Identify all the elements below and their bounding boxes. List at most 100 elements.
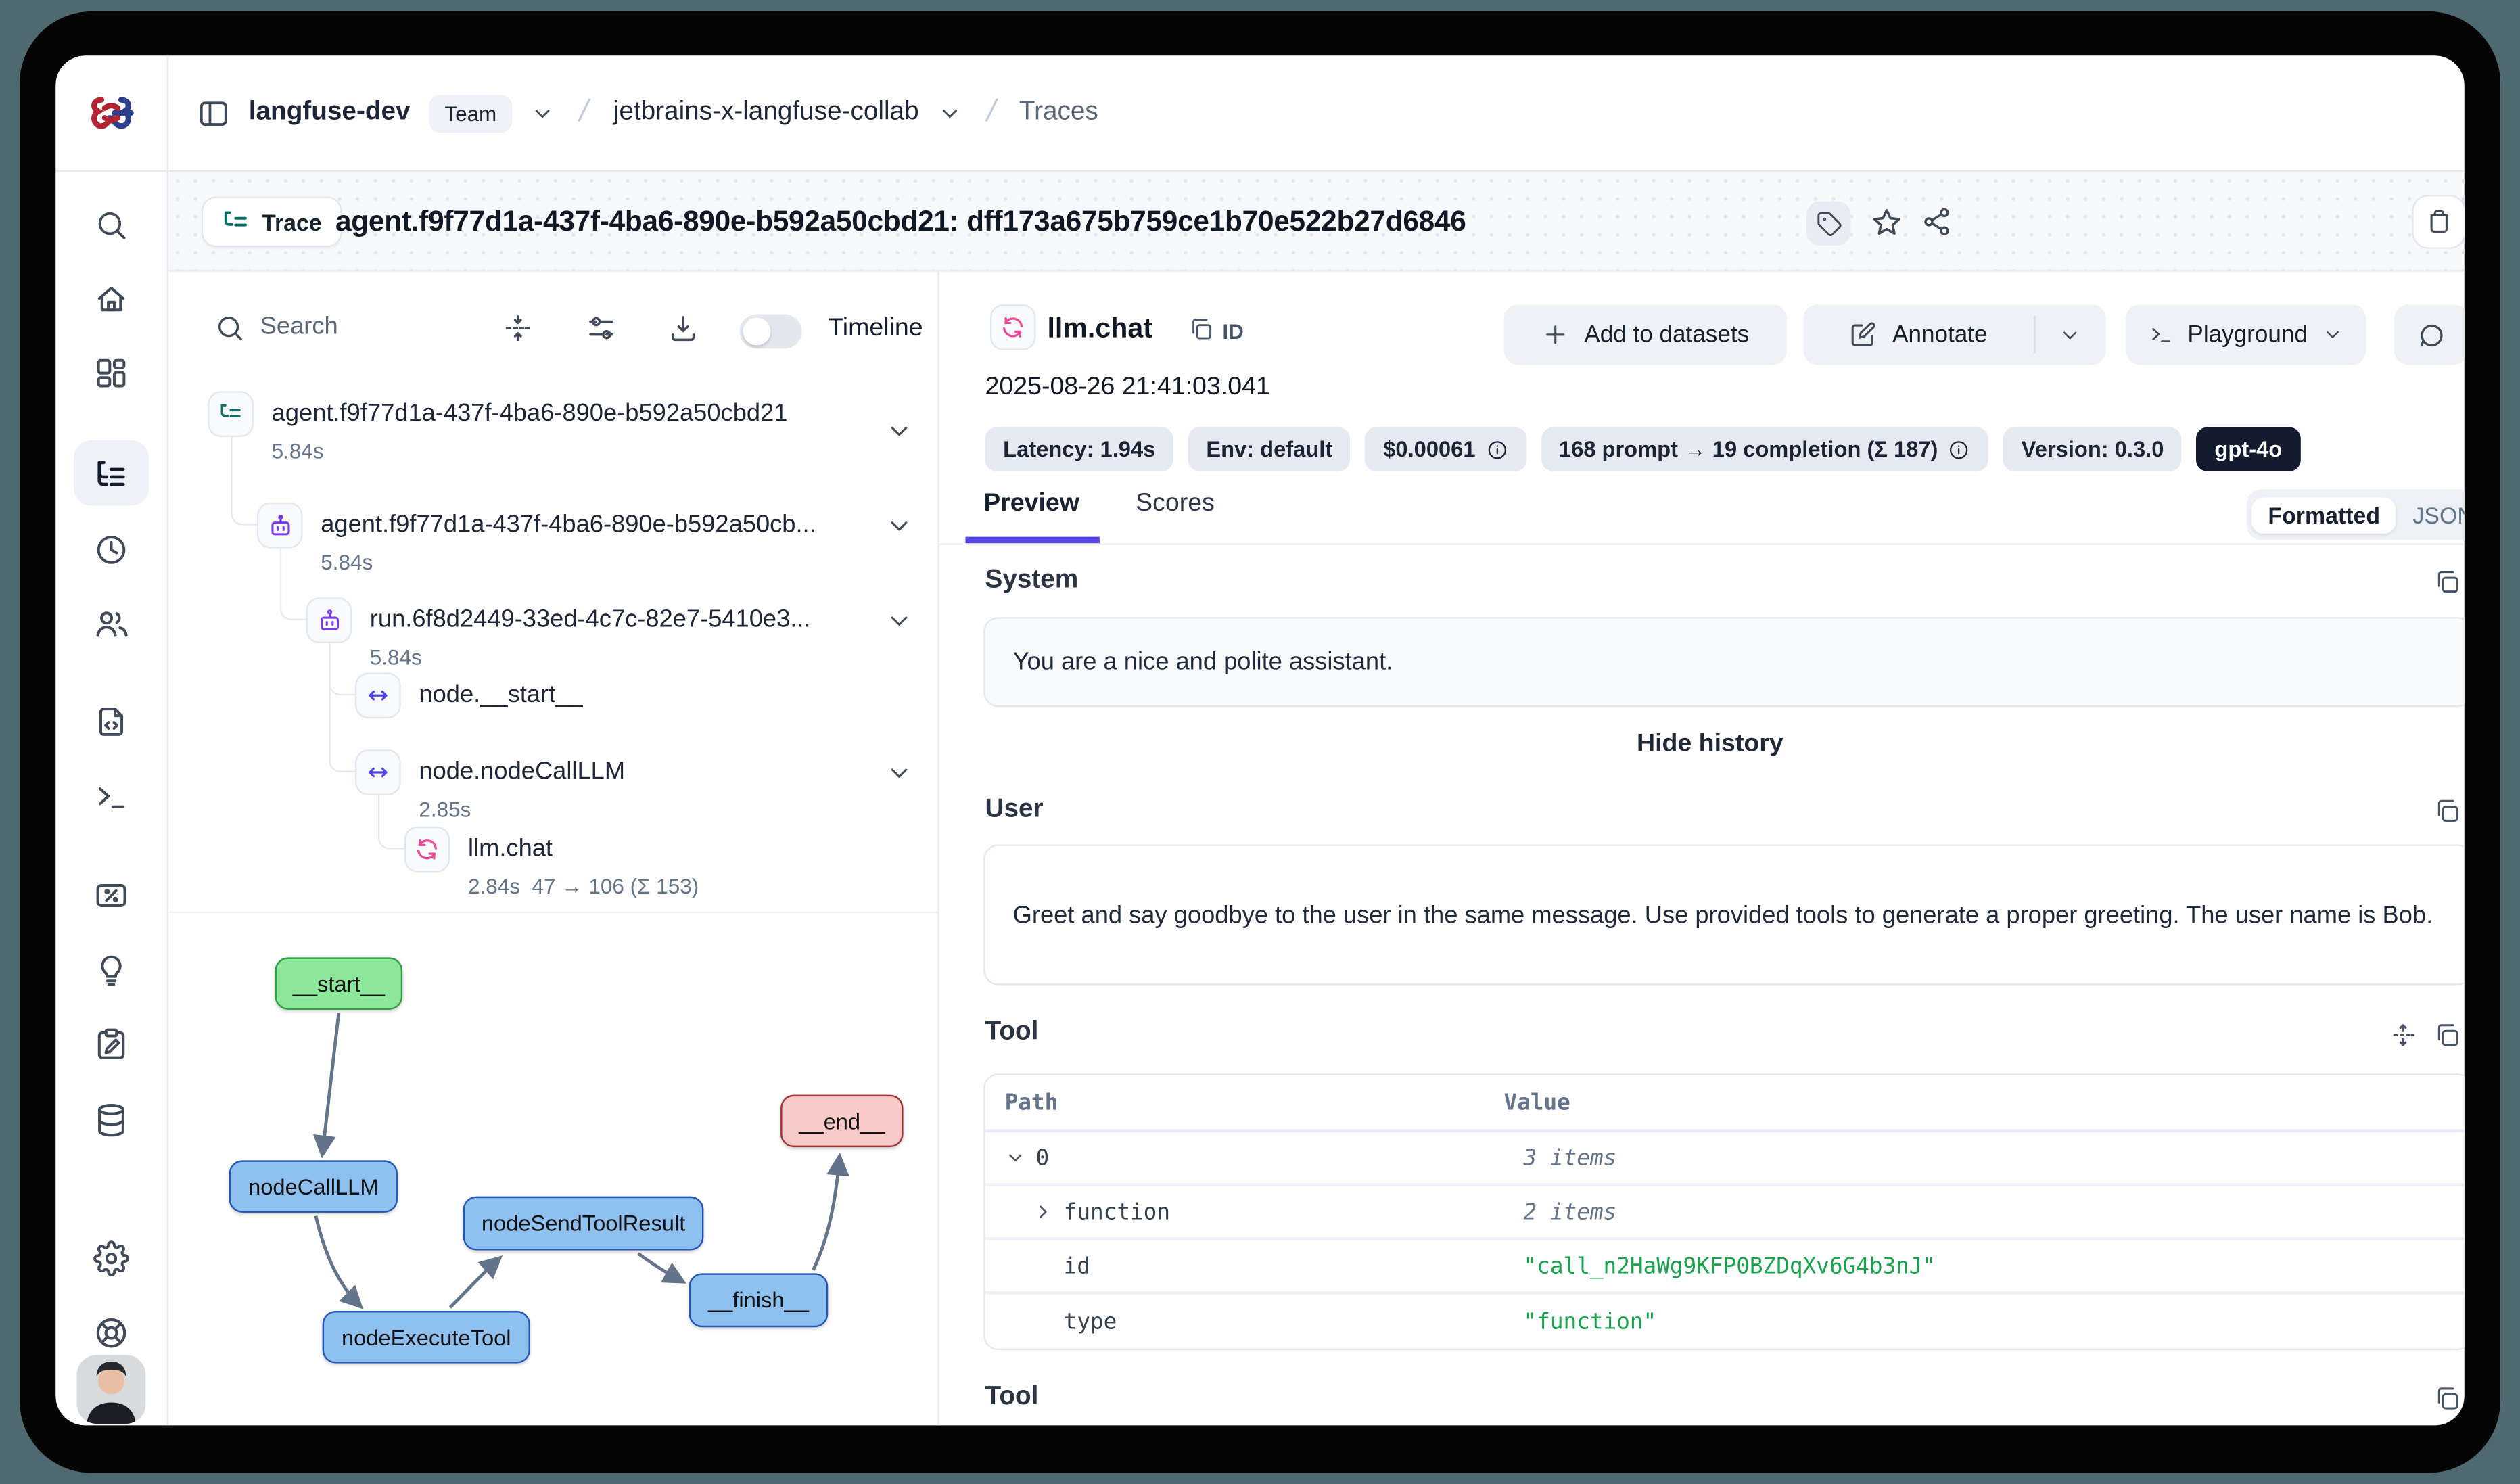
json-row[interactable]: id "call_n2HaWg9KFP0BZDqXv6G4b3nJ": [985, 1240, 2465, 1295]
generation-type-badge: [990, 304, 1036, 350]
support-lifebuoy-icon[interactable]: [93, 1314, 131, 1352]
json-key: function: [1064, 1199, 1524, 1225]
active-tab-indicator: [966, 537, 1100, 544]
system-message-box: You are a nice and polite assistant.: [983, 617, 2465, 707]
chevron-down-icon[interactable]: [885, 760, 913, 787]
json-value-string: "call_n2HaWg9KFP0BZDqXv6G4b3nJ": [1524, 1253, 1936, 1279]
playground-terminal-icon[interactable]: [93, 779, 129, 815]
sessions-clock-icon[interactable]: [93, 532, 129, 567]
graph-node-start[interactable]: __start__: [275, 957, 402, 1009]
share-icon[interactable]: [1921, 206, 1952, 237]
user-avatar[interactable]: [77, 1355, 146, 1424]
copy-icon[interactable]: [2433, 1385, 2461, 1412]
json-row[interactable]: function 2 items: [985, 1186, 2465, 1240]
star-icon[interactable]: [1870, 206, 1903, 239]
timeline-toggle[interactable]: [740, 315, 802, 349]
download-icon[interactable]: [668, 312, 699, 344]
graph-node-executetool[interactable]: nodeExecuteTool: [323, 1311, 530, 1363]
comments-button[interactable]: [2394, 304, 2465, 365]
graph-node-finish[interactable]: __finish__: [689, 1273, 829, 1327]
chevron-down-icon[interactable]: [885, 512, 913, 540]
tree-row-label: llm.chat: [468, 827, 699, 866]
tree-row-label: node.nodeCallLLM: [419, 749, 625, 789]
display-settings-icon[interactable]: [586, 312, 617, 344]
agent-graph[interactable]: __start__ nodeCallLLM nodeSendToolResult…: [168, 912, 939, 1426]
tag-icon: [1815, 210, 1842, 237]
json-value-string: "function": [1524, 1308, 1657, 1335]
org-chevron-down-icon[interactable]: [531, 101, 555, 125]
expand-vertical-icon[interactable]: [2389, 1021, 2417, 1049]
tag-button[interactable]: [1806, 202, 1850, 246]
delete-trace-button[interactable]: [2412, 195, 2464, 249]
chevron-down-icon[interactable]: [1005, 1147, 1026, 1168]
insights-lightbulb-icon[interactable]: [93, 952, 129, 988]
breadcrumb-separator: /: [569, 95, 599, 131]
copy-icon[interactable]: [2433, 797, 2461, 825]
format-json[interactable]: JSON: [2396, 496, 2465, 532]
info-icon: [1948, 438, 1971, 461]
copy-id-icon[interactable]: [1188, 316, 1215, 342]
breadcrumb-page[interactable]: Traces: [1019, 98, 1098, 128]
id-label[interactable]: ID: [1222, 319, 1243, 344]
metrics-badges: Latency: 1.94s Env: default $0.00061 168…: [985, 427, 2300, 471]
logo-cell[interactable]: [55, 55, 168, 170]
tree-row-llm-chat[interactable]: llm.chat 2.84s 47 → 106 (Σ 153): [404, 827, 699, 900]
screenshot-stage: langfuse-dev Team / jetbrains-x-langfuse…: [0, 0, 2520, 1484]
timeline-label: Timeline: [828, 315, 923, 344]
chevron-down-icon[interactable]: [885, 417, 913, 445]
observation-timestamp: 2025-08-26 21:41:03.041: [985, 373, 1270, 403]
settings-gear-icon[interactable]: [93, 1240, 129, 1276]
json-row[interactable]: type "function": [985, 1295, 2465, 1349]
tool2-heading: Tool: [985, 1383, 1039, 1412]
chevron-down-icon[interactable]: [885, 607, 913, 635]
add-to-datasets-button[interactable]: Add to datasets: [1504, 304, 1788, 365]
user-message-box: Greet and say goodbye to the user in the…: [983, 844, 2465, 985]
json-value: 3 items: [1524, 1144, 1617, 1171]
playground-button[interactable]: Playground: [2126, 304, 2366, 365]
observation-title: llm.chat: [1047, 312, 1152, 345]
format-toggle[interactable]: Formatted JSON: [2247, 489, 2465, 540]
breadcrumb-project[interactable]: jetbrains-x-langfuse-collab: [613, 98, 919, 128]
dashboards-icon[interactable]: [93, 355, 129, 391]
evaluation-card-icon[interactable]: [93, 877, 129, 913]
sidebar-toggle-icon[interactable]: [196, 96, 231, 131]
users-icon[interactable]: [93, 605, 131, 643]
tree-row-label: run.6f8d2449-33ed-4c7c-82e7-5410e3...: [370, 597, 811, 636]
format-formatted[interactable]: Formatted: [2251, 496, 2396, 532]
prompts-file-code-icon[interactable]: [93, 703, 129, 739]
graph-node-end[interactable]: __end__: [780, 1095, 903, 1147]
tracing-icon[interactable]: [93, 457, 129, 492]
tree-row-run[interactable]: run.6f8d2449-33ed-4c7c-82e7-5410e3...5.8…: [306, 597, 810, 671]
org-name[interactable]: langfuse-dev: [249, 98, 411, 128]
trace-tree-panel: Timeline agent.f9f77d1a-437f-4ba6-890e-b…: [168, 272, 939, 1426]
tree-row-duration: 5.84s: [321, 542, 816, 576]
datasets-database-icon[interactable]: [93, 1101, 131, 1139]
model-badge[interactable]: gpt-4o: [2197, 427, 2300, 471]
collapse-all-icon[interactable]: [503, 312, 534, 344]
project-chevron-down-icon[interactable]: [937, 101, 961, 125]
tree-row-label: agent.f9f77d1a-437f-4ba6-890e-b592a50cbd…: [272, 391, 788, 430]
tree-row-duration: 2.85s: [419, 789, 625, 823]
tree-row-node-call-llm[interactable]: node.nodeCallLLM2.85s: [355, 749, 625, 823]
tree-row-node-start[interactable]: node.__start__: [355, 672, 582, 718]
tree-row-agent[interactable]: agent.f9f77d1a-437f-4ba6-890e-b592a50cb.…: [257, 503, 816, 576]
copy-icon[interactable]: [2433, 568, 2461, 596]
tree-row-trace[interactable]: agent.f9f77d1a-437f-4ba6-890e-b592a50cbd…: [208, 391, 787, 465]
playground-chevron-down-icon: [2323, 324, 2343, 345]
graph-node-sendtoolresult[interactable]: nodeSendToolResult: [463, 1197, 704, 1251]
hide-history-link[interactable]: Hide history: [939, 730, 2465, 760]
search-icon[interactable]: [94, 208, 129, 242]
tab-preview[interactable]: Preview: [983, 489, 1079, 519]
tab-scores[interactable]: Scores: [1136, 489, 1215, 519]
observation-detail-panel: llm.chat ID Add to datasets Annotate: [939, 272, 2465, 1426]
annotate-chevron-down-icon[interactable]: [2059, 324, 2082, 347]
chevron-right-icon[interactable]: [1033, 1201, 1054, 1222]
annotation-clipboard-pen-icon[interactable]: [93, 1026, 129, 1062]
graph-node-callllm[interactable]: nodeCallLLM: [229, 1160, 398, 1212]
env-badge: Env: default: [1188, 427, 1351, 471]
copy-icon[interactable]: [2433, 1021, 2461, 1049]
search-input[interactable]: [257, 311, 470, 342]
json-row[interactable]: 0 3 items: [985, 1132, 2465, 1186]
json-key: 0: [1036, 1144, 1524, 1171]
home-icon[interactable]: [93, 281, 129, 317]
